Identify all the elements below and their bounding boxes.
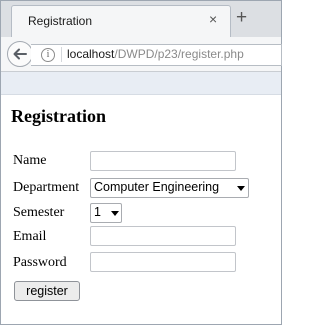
bookmarks-toolbar [1,72,281,95]
password-label: Password [13,255,67,270]
tab-strip: Registration × + [1,1,281,38]
email-label: Email [13,229,47,244]
tab-registration[interactable]: Registration × [11,5,231,38]
department-value: Computer Engineering [94,180,220,194]
close-icon[interactable]: × [209,11,217,27]
chevron-down-icon [237,186,245,191]
page-title: Registration [11,106,106,126]
url-text[interactable]: localhost/DWPD/p23/register.php [67,47,244,61]
url-path: /DWPD/p23/register.php [114,47,244,61]
semester-select[interactable]: 1 [90,203,122,223]
back-arrow-icon [13,48,27,60]
semester-value: 1 [94,205,101,219]
url-separator [61,47,62,62]
department-label: Department [13,180,80,195]
password-field[interactable] [90,252,236,272]
name-label: Name [13,153,47,168]
register-button[interactable]: register [14,281,80,301]
info-icon[interactable]: i [41,48,55,62]
department-select[interactable]: Computer Engineering [90,178,249,198]
email-field[interactable] [90,226,236,246]
semester-label: Semester [13,205,65,220]
tab-title: Registration [28,14,93,28]
browser-window: Registration × + i localhost/DWPD/p23/re… [0,0,282,325]
new-tab-button[interactable]: + [236,6,247,30]
address-bar[interactable]: i localhost/DWPD/p23/register.php [31,44,282,66]
page-content: Registration Name Department Computer En… [1,95,281,324]
back-button[interactable] [7,41,33,67]
chevron-down-icon [111,211,119,216]
navigation-bar: i localhost/DWPD/p23/register.php [1,37,282,72]
name-field[interactable] [90,151,236,171]
url-host: localhost [67,47,115,61]
